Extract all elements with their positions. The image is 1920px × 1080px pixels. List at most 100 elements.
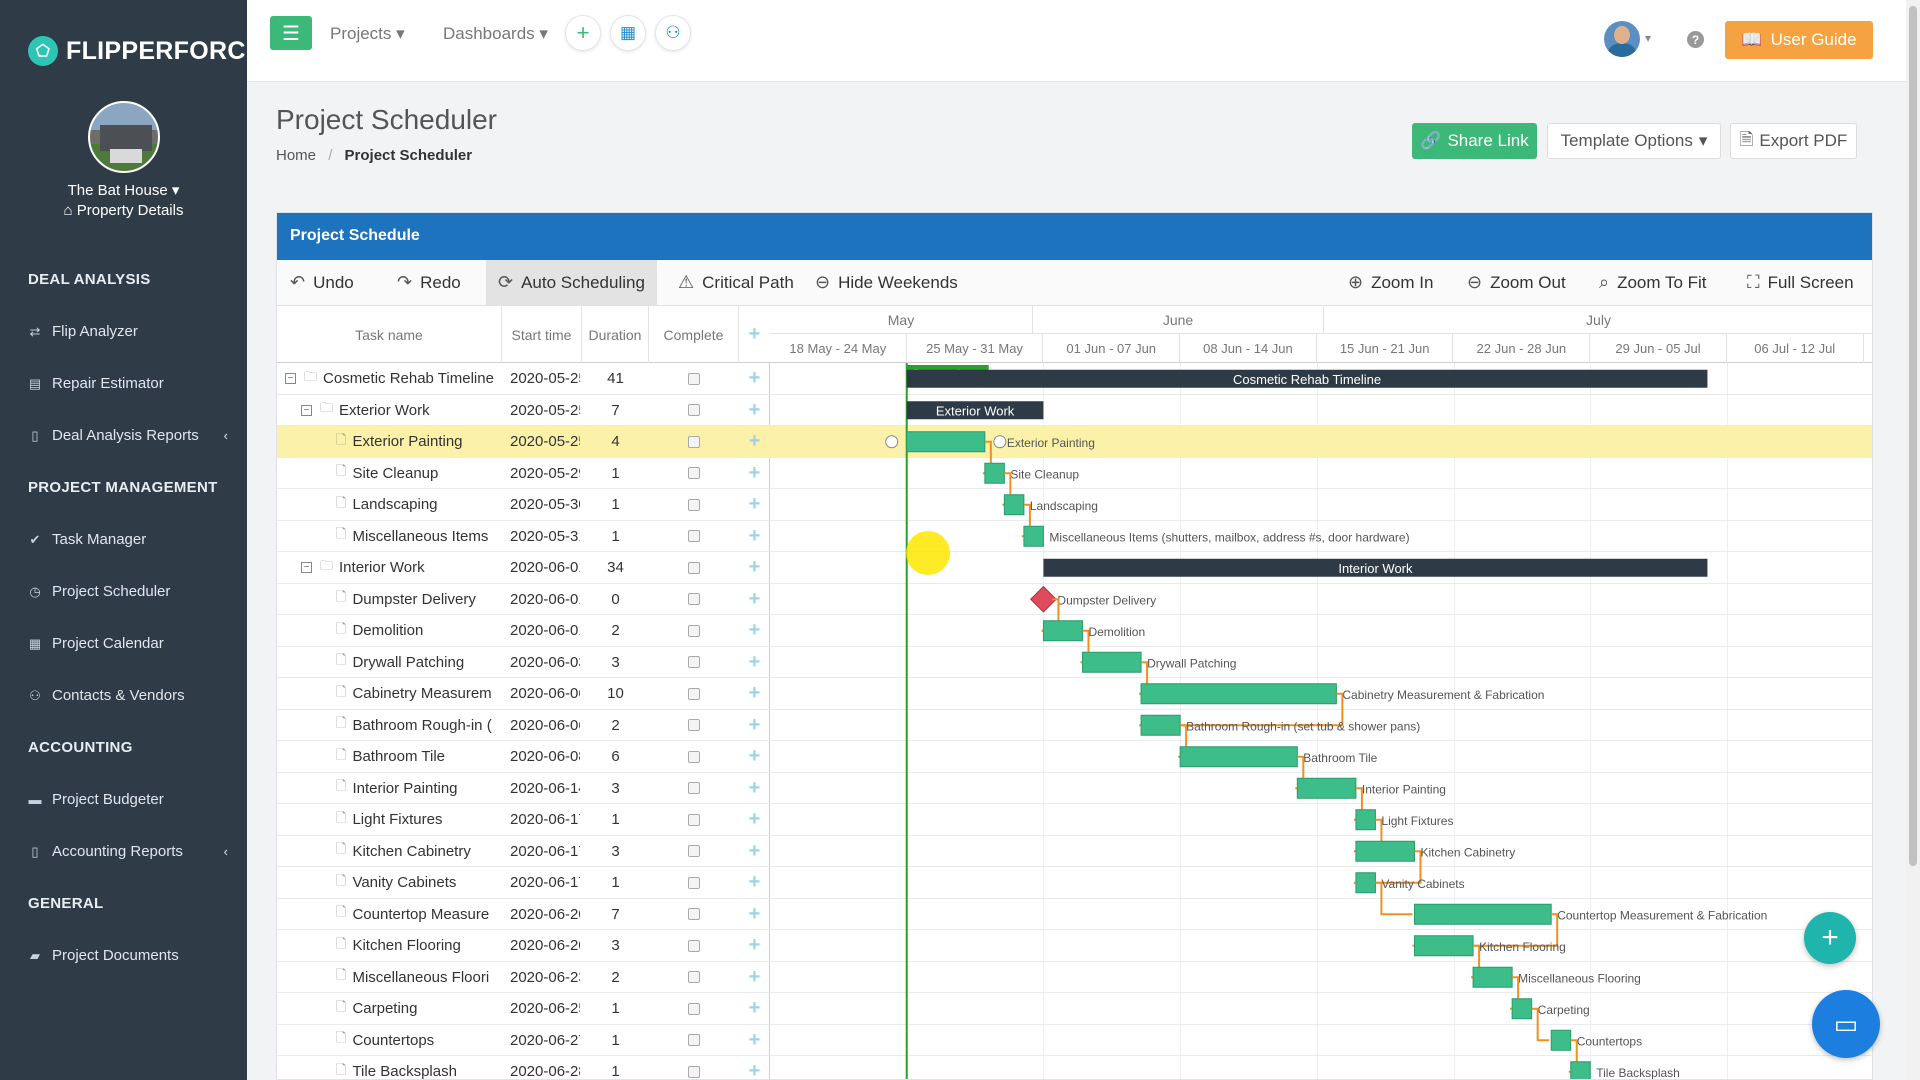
- task-bar[interactable]: [1511, 998, 1533, 1020]
- task-name-cell[interactable]: 🗋 Tile Backsplash: [317, 1056, 498, 1080]
- add-task-header-button[interactable]: +: [739, 306, 770, 363]
- milestone-diamond[interactable]: [1029, 585, 1057, 613]
- sidebar-item-project-documents[interactable]: ▰ Project Documents: [28, 947, 228, 964]
- critical-path-button[interactable]: ⚠ Critical Path: [678, 260, 794, 305]
- task-bar[interactable]: [1355, 840, 1415, 862]
- add-subtask-button[interactable]: +: [739, 773, 770, 804]
- zoom-out-button[interactable]: ⊖ Zoom Out: [1467, 260, 1566, 305]
- hide-weekends-button[interactable]: ⊖ Hide Weekends: [815, 260, 958, 305]
- task-bar[interactable]: [1003, 494, 1025, 516]
- sidebar-item-accounting-reports[interactable]: ▯ Accounting Reports ‹: [28, 843, 228, 860]
- complete-checkbox[interactable]: [688, 593, 700, 605]
- export-pdf-button[interactable]: 🗎 Export PDF: [1730, 123, 1857, 159]
- add-subtask-button[interactable]: +: [739, 458, 770, 489]
- breadcrumb-home[interactable]: Home: [276, 147, 316, 164]
- add-subtask-button[interactable]: +: [739, 836, 770, 867]
- task-bar[interactable]: [1081, 651, 1142, 673]
- task-name-cell[interactable]: 🗋 Exterior Painting: [317, 426, 498, 457]
- sidebar-item-project-scheduler[interactable]: ◷ Project Scheduler: [28, 583, 228, 600]
- add-subtask-button[interactable]: +: [739, 584, 770, 615]
- link-handle-end[interactable]: [993, 435, 1007, 449]
- add-subtask-button[interactable]: +: [739, 363, 770, 394]
- task-name-cell[interactable]: 🗋 Kitchen Flooring: [317, 930, 498, 961]
- sidebar-item-deal-analysis-reports[interactable]: ▯ Deal Analysis Reports ‹: [28, 427, 228, 444]
- complete-checkbox[interactable]: [688, 498, 700, 511]
- add-subtask-button[interactable]: +: [739, 899, 770, 930]
- full-screen-button[interactable]: ⛶ Full Screen: [1747, 260, 1854, 305]
- menu-toggle-button[interactable]: ☰: [270, 16, 312, 50]
- task-bar[interactable]: [1355, 872, 1376, 894]
- col-complete[interactable]: Complete: [649, 306, 739, 363]
- property-details-link[interactable]: ⌂ Property Details: [0, 202, 247, 219]
- task-bar[interactable]: [984, 462, 1005, 484]
- complete-checkbox[interactable]: [688, 782, 700, 794]
- property-selector[interactable]: The Bat House ▾: [0, 181, 247, 199]
- add-subtask-button[interactable]: +: [739, 395, 770, 426]
- add-subtask-button[interactable]: +: [739, 710, 770, 741]
- task-name-cell[interactable]: 🗋 Bathroom Rough-in (: [317, 710, 498, 741]
- task-name-cell[interactable]: 🗋 Drywall Patching: [317, 647, 498, 678]
- projects-dropdown[interactable]: Projects ▾: [330, 24, 405, 44]
- sidebar-item-project-calendar[interactable]: ▦ Project Calendar: [28, 635, 228, 652]
- add-subtask-button[interactable]: +: [739, 867, 770, 898]
- complete-checkbox[interactable]: [688, 372, 700, 385]
- collapse-toggle-icon[interactable]: −: [301, 562, 312, 573]
- task-name-cell[interactable]: 🗋 Dumpster Delivery: [317, 584, 498, 615]
- redo-button[interactable]: ↷ Redo: [397, 260, 461, 305]
- zoom-in-button[interactable]: ⊕ Zoom In: [1348, 260, 1433, 305]
- sidebar-item-repair-estimator[interactable]: ▤ Repair Estimator: [28, 375, 228, 392]
- task-bar[interactable]: [906, 431, 986, 453]
- zoom-to-fit-button[interactable]: ⌕ Zoom To Fit: [1599, 260, 1707, 305]
- complete-checkbox[interactable]: [688, 939, 700, 952]
- caret-down-icon[interactable]: ▾: [1645, 31, 1651, 45]
- complete-checkbox[interactable]: [688, 435, 700, 448]
- task-name-cell[interactable]: 🗋 Miscellaneous Items: [317, 521, 498, 552]
- task-name-cell[interactable]: − 🗀 Interior Work: [301, 552, 498, 583]
- complete-checkbox[interactable]: [688, 1034, 700, 1046]
- add-subtask-button[interactable]: +: [739, 1056, 770, 1079]
- task-name-cell[interactable]: 🗋 Landscaping: [317, 489, 498, 520]
- task-name-cell[interactable]: 🗋 Interior Painting: [317, 773, 498, 804]
- task-name-cell[interactable]: 🗋 Kitchen Cabinetry: [317, 836, 498, 867]
- brand-logo[interactable]: ⬠ FLIPPERFORCE: [28, 36, 263, 66]
- add-subtask-button[interactable]: +: [739, 489, 770, 520]
- help-icon[interactable]: ?: [1687, 31, 1704, 48]
- task-bar[interactable]: [1472, 966, 1513, 988]
- complete-checkbox[interactable]: [688, 908, 700, 920]
- task-bar[interactable]: [1179, 746, 1298, 768]
- complete-checkbox[interactable]: [688, 467, 700, 479]
- add-subtask-button[interactable]: +: [739, 804, 770, 835]
- add-subtask-button[interactable]: +: [739, 647, 770, 678]
- auto-scheduling-button[interactable]: ⟳ Auto Scheduling: [486, 260, 657, 305]
- task-bar[interactable]: [1140, 714, 1181, 736]
- complete-checkbox[interactable]: [688, 750, 700, 763]
- col-start-time[interactable]: Start time: [502, 306, 582, 363]
- chat-button[interactable]: ▭: [1812, 990, 1880, 1058]
- task-name-cell[interactable]: 🗋 Demolition: [317, 615, 498, 646]
- quick-add-button[interactable]: +: [1804, 912, 1856, 964]
- dashboards-dropdown[interactable]: Dashboards ▾: [443, 24, 548, 44]
- task-name-cell[interactable]: − 🗀 Cosmetic Rehab Timeline: [285, 363, 498, 394]
- task-bar[interactable]: [1296, 777, 1357, 799]
- sidebar-item-task-manager[interactable]: ✔ Task Manager: [28, 531, 228, 548]
- complete-checkbox[interactable]: [688, 624, 700, 637]
- sidebar-item-contacts-vendors[interactable]: ⚇ Contacts & Vendors: [28, 687, 228, 704]
- add-button[interactable]: +: [565, 15, 601, 51]
- collapse-toggle-icon[interactable]: −: [285, 373, 296, 384]
- task-name-cell[interactable]: 🗋 Site Cleanup: [317, 458, 498, 489]
- col-duration[interactable]: Duration: [582, 306, 649, 363]
- complete-checkbox[interactable]: [688, 1002, 700, 1015]
- task-name-cell[interactable]: 🗋 Vanity Cabinets: [317, 867, 498, 898]
- task-bar[interactable]: [1355, 809, 1376, 831]
- add-subtask-button[interactable]: +: [739, 962, 770, 993]
- undo-button[interactable]: ↶ Undo: [290, 260, 354, 305]
- task-bar[interactable]: [1023, 525, 1044, 547]
- complete-checkbox[interactable]: [688, 813, 700, 826]
- user-avatar[interactable]: [1604, 21, 1640, 57]
- template-options-dropdown[interactable]: Template Options ▾: [1547, 123, 1721, 159]
- add-subtask-button[interactable]: +: [739, 741, 770, 772]
- calendar-button[interactable]: ▦: [610, 15, 646, 51]
- share-link-button[interactable]: 🔗 Share Link: [1412, 123, 1537, 159]
- col-task-name[interactable]: Task name: [277, 306, 502, 363]
- complete-checkbox[interactable]: [688, 971, 700, 983]
